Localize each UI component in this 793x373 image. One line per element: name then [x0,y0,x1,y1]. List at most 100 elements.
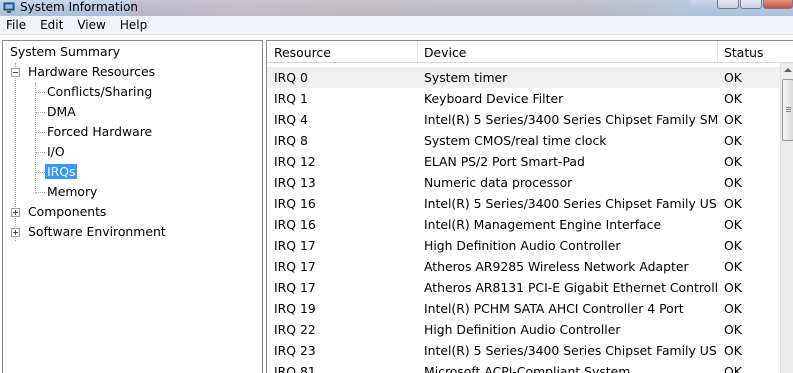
tree-item-label: Forced Hardware [47,124,153,139]
tree-item-label: Software Environment [28,224,166,239]
table-row[interactable]: IRQ 13 Numeric data processor OK [267,172,780,193]
cell-device: System CMOS/real time clock [424,133,607,148]
cell-status: OK [724,196,742,211]
tree-item-label: I/O [47,144,65,159]
tree-connector [36,92,45,93]
menu-file[interactable]: File [0,16,34,34]
column-header-resource[interactable]: Resource [267,41,417,63]
cell-resource: IRQ 17 [274,259,316,274]
system-information-icon [3,2,15,13]
cell-status: OK [724,112,742,127]
tree-item-memory[interactable]: Memory [45,183,99,201]
vertical-scrollbar[interactable] [780,63,793,373]
cell-device: Microsoft ACPI-Compliant System [424,364,631,373]
tree-item-io[interactable]: I/O [45,143,67,161]
close-button[interactable] [763,0,793,9]
cell-device: High Definition Audio Controller [424,238,621,253]
tree-item-label-selected: IRQs [45,164,78,179]
tree-item-components[interactable]: Components [26,203,108,221]
collapse-icon[interactable] [11,68,20,77]
table-row[interactable]: IRQ 4 Intel(R) 5 Series/3400 Series Chips… [267,109,780,130]
cell-device: Intel(R) 5 Series/3400 Series Chipset Fa… [424,343,717,358]
table-row[interactable]: IRQ 1 Keyboard Device Filter OK [267,88,780,109]
table-row[interactable]: IRQ 16 Intel(R) Management Engine Interfa… [267,214,780,235]
cell-device: ELAN PS/2 Port Smart-Pad [424,154,585,169]
minimize-button[interactable] [717,0,739,9]
tree-connector [36,172,45,173]
table-row[interactable]: IRQ 23 Intel(R) 5 Series/3400 Series Chip… [267,340,780,361]
cell-status: OK [724,70,742,85]
table-row[interactable]: IRQ 8 System CMOS/real time clock OK [267,130,780,151]
tree-connector [36,192,45,193]
column-header-device[interactable]: Device [417,41,717,63]
table-row[interactable]: IRQ 12 ELAN PS/2 Port Smart-Pad OK [267,151,780,172]
details-list[interactable]: Resource Device Status IRQ 0 System timer… [266,40,793,373]
menu-edit[interactable]: Edit [34,16,71,34]
tree-connector [36,152,45,153]
cell-resource: IRQ 16 [274,217,316,232]
tree-item-label: Components [28,204,107,219]
cell-status: OK [724,154,742,169]
tree-item-irqs[interactable]: IRQs [45,163,78,181]
tree-connector [35,83,36,193]
table-row[interactable]: IRQ 17 High Definition Audio Controller OK [267,235,780,256]
tree-connector [36,132,45,133]
cell-resource: IRQ 17 [274,280,316,295]
menu-help[interactable]: Help [114,16,155,34]
cell-resource: IRQ 8 [274,133,308,148]
grip-line [786,109,791,110]
expand-icon[interactable] [11,228,20,237]
cell-device: Atheros AR9285 Wireless Network Adapter [424,259,689,274]
cell-status: OK [724,343,742,358]
cell-status: OK [724,175,742,190]
category-tree[interactable]: System Summary Hardware Resources Confli… [2,40,263,373]
table-row[interactable]: IRQ 17 Atheros AR8131 PCI-E Gigabit Ether… [267,277,780,298]
cell-status: OK [724,301,742,316]
tree-item-forced-hardware[interactable]: Forced Hardware [45,123,154,141]
cell-device: Keyboard Device Filter [424,91,564,106]
table-row[interactable]: IRQ 81 Microsoft ACPI-Compliant System OK [267,361,780,373]
cell-device: Intel(R) PCHM SATA AHCI Controller 4 Por… [424,301,684,316]
tree-item-system-summary[interactable]: System Summary [8,43,122,61]
cell-device: Intel(R) 5 Series/3400 Series Chipset Fa… [424,112,717,127]
cell-resource: IRQ 12 [274,154,316,169]
column-header-status[interactable]: Status [717,41,780,63]
table-row[interactable]: IRQ 19 Intel(R) PCHM SATA AHCI Controller… [267,298,780,319]
list-header: Resource Device Status [267,41,793,63]
cell-device: Atheros AR8131 PCI-E Gigabit Ethernet Co… [424,280,717,295]
table-row[interactable]: IRQ 17 Atheros AR9285 Wireless Network Ad… [267,256,780,277]
cell-status: OK [724,217,742,232]
cell-resource: IRQ 17 [274,238,316,253]
grip-line [786,111,791,112]
scrollbar-thumb[interactable] [782,79,793,141]
table-row[interactable]: IRQ 22 High Definition Audio Controller OK [267,319,780,340]
cell-resource: IRQ 81 [274,364,316,373]
tree-connector [36,112,45,113]
cell-status: OK [724,91,742,106]
menu-view[interactable]: View [71,16,113,34]
tree-item-dma[interactable]: DMA [45,103,78,121]
maximize-button[interactable] [740,0,762,9]
tree-item-conflicts-sharing[interactable]: Conflicts/Sharing [45,83,154,101]
cell-resource: IRQ 13 [274,175,316,190]
tree-item-software-environment[interactable]: Software Environment [26,223,168,241]
title-bar-background [130,0,690,16]
cell-device: System timer [424,70,508,85]
tree-item-hardware-resources[interactable]: Hardware Resources [26,63,157,81]
table-row[interactable]: IRQ 16 Intel(R) 5 Series/3400 Series Chip… [267,193,780,214]
cell-resource: IRQ 22 [274,322,316,337]
scroll-up-icon[interactable] [781,63,793,78]
tree-item-label: Conflicts/Sharing [47,84,153,99]
table-row[interactable]: IRQ 0 System timer OK [267,67,780,88]
title-bar[interactable]: System Information [0,0,793,16]
cell-device: Numeric data processor [424,175,573,190]
expand-icon[interactable] [11,208,20,217]
cell-resource: IRQ 19 [274,301,316,316]
cell-resource: IRQ 16 [274,196,316,211]
tree-item-label: Memory [47,184,98,199]
grip-line [786,107,791,108]
tree-item-label: DMA [47,104,76,119]
window-controls [716,0,793,11]
cell-resource: IRQ 0 [274,70,308,85]
cell-resource: IRQ 4 [274,112,308,127]
